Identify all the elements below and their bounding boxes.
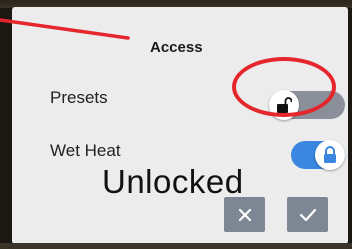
annotation-arrow-line xyxy=(0,18,130,40)
annotation-highlight-circle xyxy=(232,57,336,117)
unlocked-annotation-text: Unlocked xyxy=(102,163,244,200)
